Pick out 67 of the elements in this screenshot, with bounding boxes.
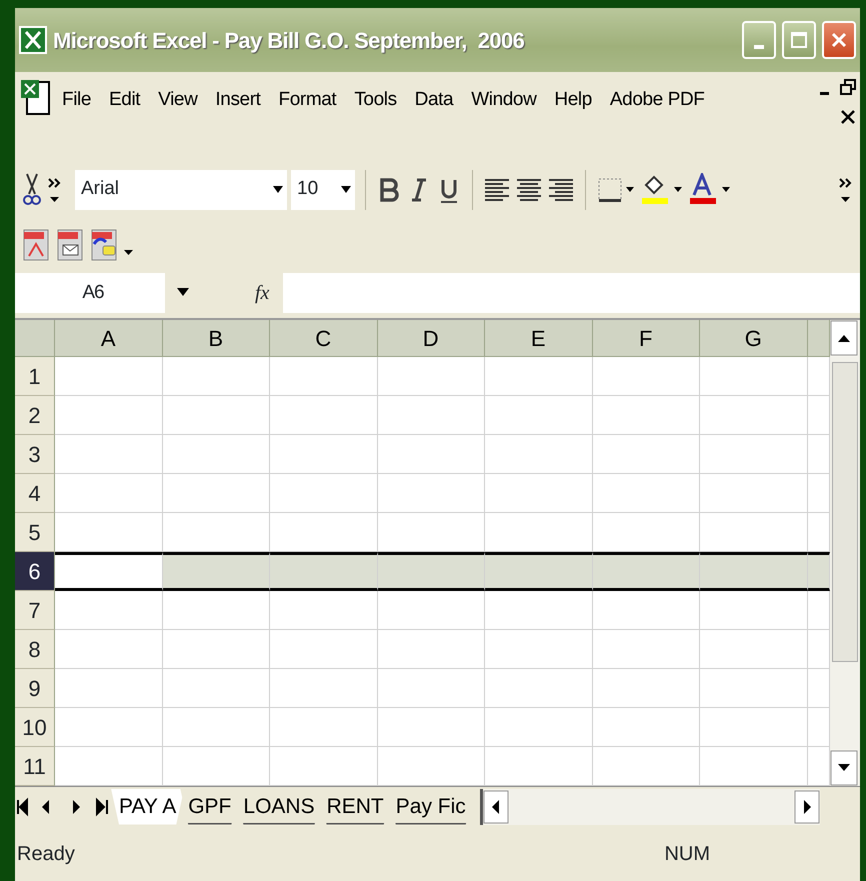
sheet-tab[interactable]: PAY A	[111, 788, 184, 824]
select-all-corner[interactable]	[15, 320, 55, 357]
row-header[interactable]: 3	[15, 435, 55, 474]
grid-cell[interactable]	[270, 552, 378, 591]
menu-item[interactable]: Edit	[100, 78, 150, 118]
row-header[interactable]: 1	[15, 357, 55, 396]
excel-icon	[19, 26, 47, 54]
menu-item[interactable]: Help	[545, 78, 601, 118]
column-header[interactable]: C	[270, 320, 378, 357]
row-header[interactable]: 5	[15, 513, 55, 552]
close-button[interactable]	[822, 21, 856, 59]
pdf-comment-icon[interactable]	[89, 228, 119, 262]
menu-item[interactable]: Window	[462, 78, 546, 118]
row-header[interactable]: 2	[15, 396, 55, 435]
horizontal-scrollbar[interactable]	[480, 788, 820, 824]
menu-item[interactable]: View	[149, 78, 206, 118]
column-header[interactable]: A	[55, 320, 162, 357]
row-header[interactable]: 4	[15, 474, 55, 513]
column-header[interactable]: F	[592, 320, 700, 357]
minimize-icon	[754, 45, 764, 49]
column-header[interactable]: D	[378, 320, 485, 357]
num-lock-indicator: NUM	[664, 842, 710, 866]
grid-cell[interactable]	[808, 552, 830, 591]
vertical-scrollbar[interactable]	[830, 320, 860, 786]
column-header[interactable]: E	[485, 320, 592, 357]
maximize-icon	[790, 31, 808, 49]
menu-item[interactable]: File	[53, 78, 100, 118]
row-header[interactable]: 7	[15, 591, 55, 630]
grid-cell[interactable]	[592, 552, 700, 591]
font-size-field[interactable]: 10	[291, 170, 355, 210]
scroll-thumb[interactable]	[832, 362, 858, 662]
formula-input[interactable]	[283, 273, 860, 313]
menu-item[interactable]: Format	[270, 78, 346, 118]
row-header[interactable]: 10	[15, 708, 55, 747]
name-box[interactable]: A6	[15, 273, 165, 313]
scroll-right-icon[interactable]	[794, 790, 820, 824]
font-name-field[interactable]: Arial	[75, 170, 287, 210]
row-header[interactable]: 11	[15, 747, 55, 786]
column-header[interactable]: B	[162, 320, 270, 357]
pdf-mail-icon[interactable]	[55, 228, 85, 262]
menu-item[interactable]: Tools	[345, 78, 406, 118]
window-title: Microsoft Excel - Pay Bill G.O. September, 2006	[53, 26, 526, 55]
grid-cell[interactable]	[162, 552, 270, 591]
column-header[interactable]: G	[700, 320, 808, 357]
scissors-icon[interactable]	[21, 172, 43, 208]
grid-cell[interactable]	[55, 552, 162, 591]
minimize-button[interactable]	[742, 21, 776, 59]
menu-item[interactable]: Adobe PDF	[600, 78, 714, 118]
menu-item[interactable]: Data	[406, 78, 462, 118]
font-color-icon[interactable]	[688, 172, 732, 206]
close-icon[interactable]	[840, 108, 856, 126]
grid-cell[interactable]	[700, 552, 808, 591]
grid-cell[interactable]	[378, 552, 485, 591]
scroll-up-icon[interactable]	[830, 320, 858, 356]
maximize-button[interactable]	[782, 21, 816, 59]
scroll-left-icon[interactable]	[482, 790, 509, 824]
close-icon	[830, 31, 848, 49]
row-header[interactable]: 8	[15, 630, 55, 669]
function-label[interactable]: fx	[255, 278, 283, 308]
pdf-document-icon[interactable]	[21, 228, 51, 262]
status-text: Ready	[17, 842, 75, 866]
menu-item[interactable]: Insert	[206, 78, 270, 118]
workbook-icon	[19, 78, 53, 118]
row-header[interactable]: 9	[15, 669, 55, 708]
grid-cell[interactable]	[485, 552, 592, 591]
row-header[interactable]: 6	[15, 552, 55, 591]
scroll-down-icon[interactable]	[830, 750, 858, 786]
